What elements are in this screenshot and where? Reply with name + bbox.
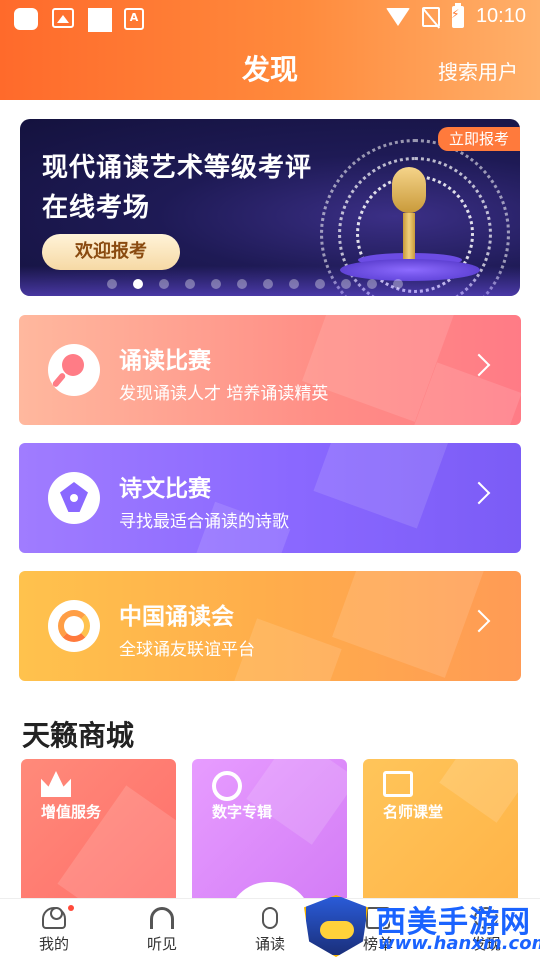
carousel-dot-active[interactable] [133,279,143,289]
chevron-right-icon [467,609,491,633]
banner-subtitle: 在线考场 [42,193,151,223]
card-title: 中国诵读会 [119,604,234,630]
font-icon: A [124,8,144,30]
shop-item-label: 名师课堂 [383,803,444,821]
master-class-card[interactable]: 名师课堂 [363,759,518,904]
carousel-dot[interactable] [185,279,195,289]
wifi-icon [385,7,410,26]
card-title: 诗文比赛 [119,476,211,502]
carousel-dot[interactable] [341,279,351,289]
microphone-icon [262,907,278,929]
nav-item-listen[interactable]: 听见 [108,899,216,960]
card-subtitle: 发现诵读人才 培养诵读精英 [119,384,329,404]
card-subtitle: 寻找最适合诵读的诗歌 [119,512,289,532]
watermark: 西美手游网 www.hanxm.com [304,893,540,960]
card-decoration [439,759,518,823]
carousel-indicator [20,279,520,289]
status-time: 10:10 [475,5,526,27]
card-decoration [313,443,455,529]
banner-title: 现代诵读艺术等级考评 [42,153,313,183]
gamepad-icon [320,921,354,939]
carousel-dot[interactable] [315,279,325,289]
association-logo-icon [48,600,100,652]
disc-icon [212,771,242,801]
nav-label: 听见 [146,935,177,953]
search-users-button[interactable]: 搜索用户 [438,56,518,85]
carousel-dot[interactable] [393,279,403,289]
notification-icon [14,8,38,30]
crown-icon [41,771,71,797]
card-decoration [332,571,486,678]
app-notification-icon [88,8,112,32]
tv-icon [383,771,413,797]
card-title: 诵读比赛 [119,348,211,374]
golden-microphone-icon [392,167,426,213]
status-bar: A 10:10 [0,0,540,36]
header: A 10:10 发现 搜索用户 [0,0,540,100]
china-recitation-society-card[interactable]: 中国诵读会 全球诵友联谊平台 [19,571,521,681]
carousel-dot[interactable] [211,279,221,289]
apply-now-tag[interactable]: 立即报考 [438,127,520,151]
nav-label: 我的 [38,935,69,953]
chevron-right-icon [467,481,491,505]
image-icon [52,8,74,28]
shop-item-label: 增值服务 [41,803,102,821]
poetry-contest-card[interactable]: 诗文比赛 寻找最适合诵读的诗歌 [19,443,521,553]
no-signal-icon [421,6,440,27]
promo-banner[interactable]: 现代诵读艺术等级考评 在线考场 欢迎报考 立即报考 [20,119,520,296]
card-subtitle: 全球诵友联谊平台 [119,640,255,660]
shop-section-title: 天籁商城 [22,719,135,752]
pen-nib-icon [48,472,100,524]
microphone-stand [403,213,415,259]
person-icon [42,907,66,929]
battery-icon [451,2,464,28]
headphones-icon [150,907,174,929]
carousel-dot[interactable] [159,279,169,289]
carousel-dot[interactable] [237,279,247,289]
watermark-url: www.hanxm.com [378,933,540,954]
welcome-apply-button[interactable]: 欢迎报考 [42,234,180,270]
carousel-dot[interactable] [263,279,273,289]
shop-item-label: 数字专辑 [212,803,273,821]
value-added-service-card[interactable]: 增值服务 [21,759,176,904]
carousel-dot[interactable] [107,279,117,289]
chevron-right-icon [467,353,491,377]
carousel-dot[interactable] [289,279,299,289]
recitation-contest-card[interactable]: 诵读比赛 发现诵读人才 培养诵读精英 [19,315,521,425]
microphone-icon [48,344,100,396]
notification-dot [68,905,74,911]
carousel-dot[interactable] [367,279,377,289]
nav-item-mine[interactable]: 我的 [0,899,108,960]
